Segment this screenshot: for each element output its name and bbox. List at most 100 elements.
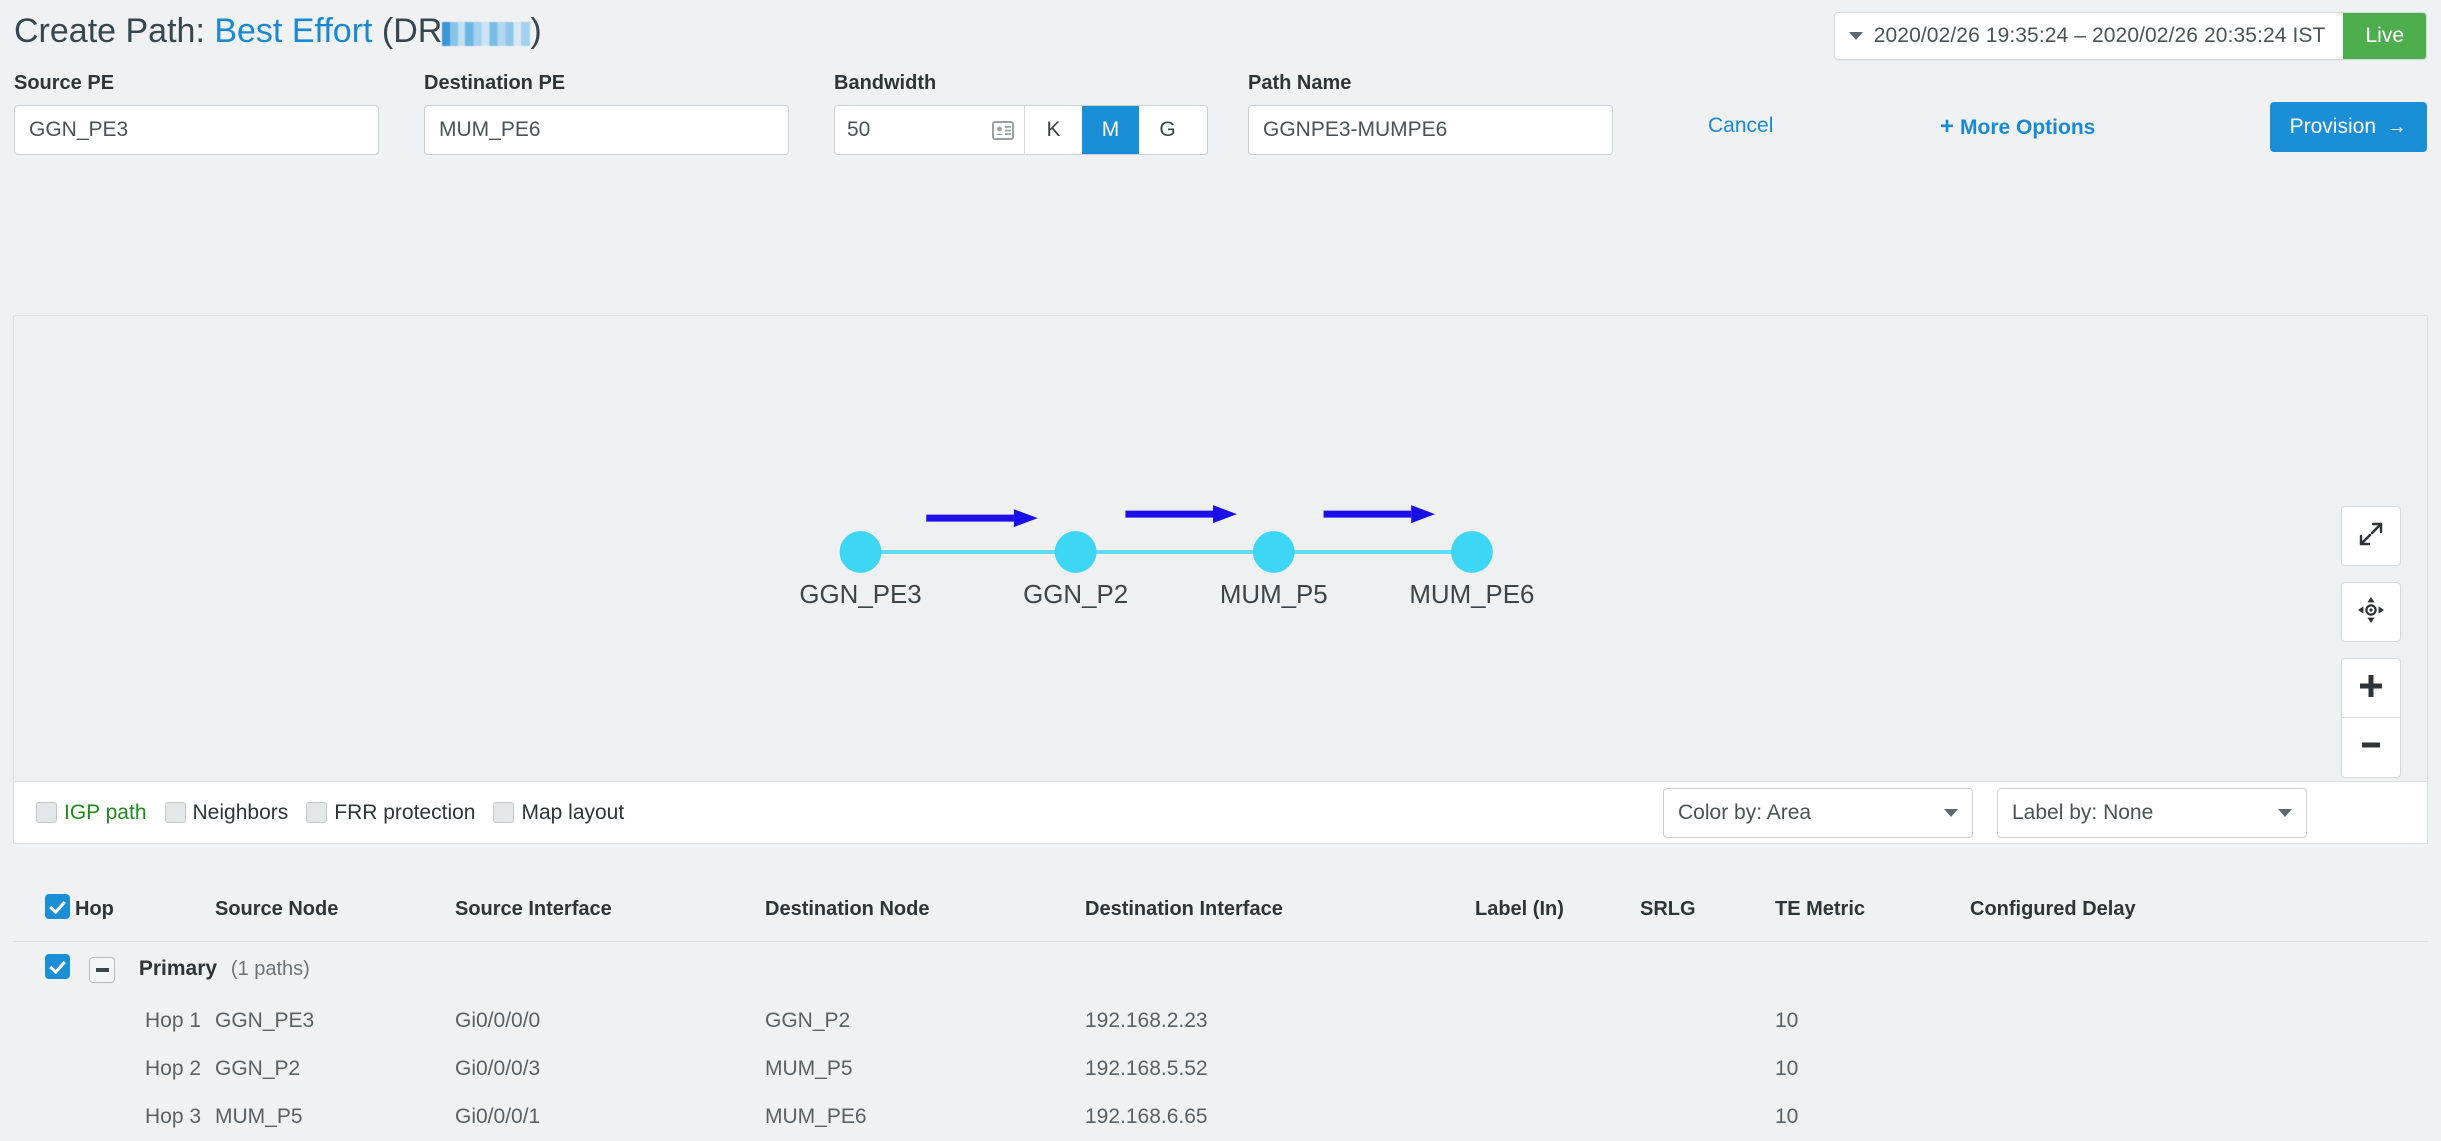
bandwidth-group: K M G	[834, 105, 1208, 155]
cell-source-interface[interactable]: Gi0/0/0/1	[455, 1093, 765, 1141]
cell-destination-node[interactable]: MUM_P5	[765, 1045, 1085, 1093]
row-select-cell	[13, 1093, 75, 1141]
zoom-in-button[interactable]	[2341, 658, 2401, 718]
path-form: Source PE Destination PE Bandwidth K M	[0, 72, 2441, 182]
crosshair-icon	[2357, 596, 2385, 629]
collapse-icon[interactable]	[89, 957, 115, 983]
cell-source-node[interactable]: GGN_PE3	[215, 997, 455, 1045]
label-by-value: Label by: None	[2012, 801, 2153, 825]
destination-pe-label: Destination PE	[424, 72, 789, 95]
page-title: Create Path: Best Effort (DR)	[14, 12, 542, 51]
group-checkbox[interactable]	[45, 954, 70, 979]
cell-srlg	[1640, 1045, 1775, 1093]
date-range-picker[interactable]: 2020/02/26 19:35:24 – 2020/02/26 20:35:2…	[1834, 12, 2427, 60]
redacted-text-block	[442, 22, 530, 46]
column-header-configured-delay[interactable]: Configured Delay	[1970, 880, 2428, 942]
checkbox[interactable]	[36, 802, 57, 823]
path-name-input[interactable]	[1248, 105, 1613, 155]
filter-label: Map layout	[521, 801, 624, 825]
cell-hop: Hop 1	[75, 997, 215, 1045]
checkbox[interactable]	[165, 802, 186, 823]
cell-source-node[interactable]: GGN_P2	[215, 1045, 455, 1093]
cell-destination-interface[interactable]: 192.168.5.52	[1085, 1045, 1475, 1093]
checkbox[interactable]	[306, 802, 327, 823]
fullscreen-icon	[2358, 521, 2384, 552]
group-path-count: (1 paths)	[231, 958, 310, 980]
source-pe-input[interactable]	[14, 105, 379, 155]
filter-igp-path[interactable]: IGP path	[36, 801, 147, 825]
path-name-field: Path Name	[1248, 72, 1613, 155]
page-title-prefix: Create Path:	[14, 12, 205, 50]
column-header-destination-node[interactable]: Destination Node	[765, 880, 1085, 942]
group-info-cell: Primary (1 paths)	[75, 942, 2428, 998]
bandwidth-unit-g[interactable]: G	[1139, 106, 1196, 154]
cell-source-node[interactable]: MUM_P5	[215, 1093, 455, 1141]
cell-te-metric: 10	[1775, 997, 1970, 1045]
map-filter-bar: IGP path Neighbors FRR protection Map la…	[13, 782, 2428, 844]
cell-destination-interface[interactable]: 192.168.2.23	[1085, 997, 1475, 1045]
row-select-cell	[13, 1045, 75, 1093]
page-title-paren-close: )	[530, 12, 541, 50]
center-map-button[interactable]	[2341, 582, 2401, 642]
cell-destination-interface[interactable]: 192.168.6.65	[1085, 1093, 1475, 1141]
filter-map-layout[interactable]: Map layout	[493, 801, 624, 825]
group-name: Primary	[139, 957, 217, 980]
path-group-row[interactable]: Primary (1 paths)	[13, 942, 2428, 998]
contact-card-icon[interactable]	[990, 106, 1024, 154]
table-row[interactable]: Hop 3 MUM_P5 Gi0/0/0/1 MUM_PE6 192.168.6…	[13, 1093, 2428, 1141]
node-label: MUM_PE6	[1409, 581, 1534, 609]
color-by-value: Color by: Area	[1678, 801, 1811, 825]
color-by-select[interactable]: Color by: Area	[1663, 788, 1973, 838]
cell-configured-delay	[1970, 1045, 2428, 1093]
table-row[interactable]: Hop 1 GGN_PE3 Gi0/0/0/0 GGN_P2 192.168.2…	[13, 997, 2428, 1045]
cell-srlg	[1640, 997, 1775, 1045]
zoom-out-button[interactable]	[2341, 718, 2401, 778]
bandwidth-input[interactable]	[835, 106, 990, 154]
topology-map-panel[interactable]: GGN_PE3 GGN_P2 MUM_P5 MUM_PE6	[13, 315, 2428, 782]
bandwidth-unit-m[interactable]: M	[1082, 106, 1139, 154]
column-header-label-in[interactable]: Label (In)	[1475, 880, 1640, 942]
topology-graph[interactable]: GGN_PE3 GGN_P2 MUM_P5 MUM_PE6	[14, 316, 2427, 781]
column-header-source-node[interactable]: Source Node	[215, 880, 455, 942]
filter-frr-protection[interactable]: FRR protection	[306, 801, 475, 825]
fullscreen-button[interactable]	[2341, 506, 2401, 566]
more-options-button[interactable]: +More Options	[1940, 113, 2095, 141]
column-header-srlg[interactable]: SRLG	[1640, 880, 1775, 942]
select-all-checkbox[interactable]	[45, 894, 70, 919]
hops-table-container: Hop Source Node Source Interface Destina…	[13, 880, 2428, 1141]
cancel-button[interactable]: Cancel	[1708, 114, 1773, 138]
minus-icon	[2359, 733, 2383, 762]
cell-configured-delay	[1970, 1093, 2428, 1141]
filter-label: Neighbors	[193, 801, 289, 825]
topology-node	[1253, 531, 1295, 573]
topology-node	[840, 531, 882, 573]
cell-hop: Hop 2	[75, 1045, 215, 1093]
label-by-select[interactable]: Label by: None	[1997, 788, 2307, 838]
group-select-cell	[13, 942, 75, 998]
cell-destination-node[interactable]: GGN_P2	[765, 997, 1085, 1045]
direction-arrows	[926, 505, 1435, 527]
column-header-te-metric[interactable]: TE Metric	[1775, 880, 1970, 942]
destination-pe-input[interactable]	[424, 105, 789, 155]
checkbox[interactable]	[493, 802, 514, 823]
bandwidth-unit-k[interactable]: K	[1025, 106, 1082, 154]
cell-srlg	[1640, 1093, 1775, 1141]
cell-destination-node[interactable]: MUM_PE6	[765, 1093, 1085, 1141]
column-header-hop[interactable]: Hop	[75, 880, 215, 942]
plus-icon	[2359, 674, 2383, 703]
filter-label: IGP path	[64, 801, 147, 825]
provision-button[interactable]: Provision →	[2270, 102, 2427, 152]
arrow-right-icon: →	[2386, 115, 2407, 139]
table-row[interactable]: Hop 2 GGN_P2 Gi0/0/0/3 MUM_P5 192.168.5.…	[13, 1045, 2428, 1093]
live-button[interactable]: Live	[2343, 13, 2426, 59]
cell-source-interface[interactable]: Gi0/0/0/3	[455, 1045, 765, 1093]
column-header-source-interface[interactable]: Source Interface	[455, 880, 765, 942]
column-header-destination-interface[interactable]: Destination Interface	[1085, 880, 1475, 942]
page-title-path-type: Best Effort	[214, 12, 372, 50]
table-header: Hop Source Node Source Interface Destina…	[13, 880, 2428, 942]
cell-source-interface[interactable]: Gi0/0/0/0	[455, 997, 765, 1045]
node-label: MUM_P5	[1220, 581, 1328, 609]
filter-neighbors[interactable]: Neighbors	[165, 801, 289, 825]
cell-label-in	[1475, 997, 1640, 1045]
more-options-label: More Options	[1960, 116, 2095, 139]
